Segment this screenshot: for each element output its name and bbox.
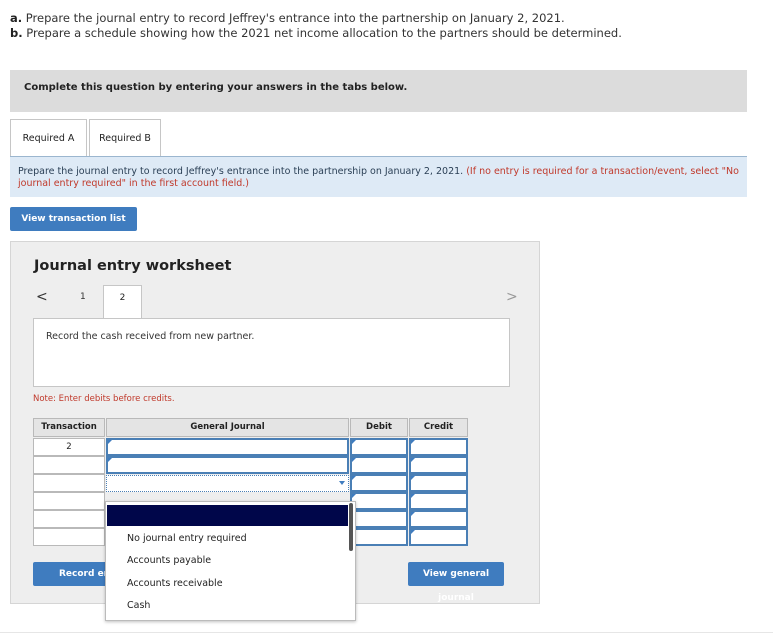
instructions-banner: Complete this question by entering your … <box>10 70 747 112</box>
debit-credit-note: Note: Enter debits before credits. <box>33 394 175 404</box>
transaction-cell <box>33 528 105 546</box>
tab-required-b[interactable]: Required B <box>89 119 161 156</box>
dropdown-option[interactable]: Accounts receivable <box>127 578 223 589</box>
col-header-debit: Debit <box>350 418 408 437</box>
banner-text: Complete this question by entering your … <box>24 82 408 93</box>
credit-field[interactable] <box>409 456 468 474</box>
transaction-cell <box>33 492 105 510</box>
field-flag-icon <box>411 494 415 498</box>
field-flag-icon <box>108 440 112 444</box>
page-tab-1[interactable]: 1 <box>80 292 86 302</box>
question-part-b: b. Prepare a schedule showing how the 20… <box>10 26 622 40</box>
credit-field[interactable] <box>409 510 468 528</box>
field-flag-icon <box>411 458 415 462</box>
credit-field[interactable] <box>409 492 468 510</box>
tab-required-a[interactable]: Required A <box>10 119 87 156</box>
part-b-letter: b. <box>10 26 23 40</box>
view-transaction-list-button[interactable]: View transaction list <box>10 207 137 231</box>
debit-field[interactable] <box>350 510 408 528</box>
col-header-credit: Credit <box>409 418 468 437</box>
entry-description: Record the cash received from new partne… <box>33 318 510 387</box>
credit-field[interactable] <box>409 474 468 492</box>
worksheet-title: Journal entry worksheet <box>34 258 232 274</box>
transaction-cell <box>33 474 105 492</box>
credit-field[interactable] <box>409 438 468 456</box>
account-field[interactable] <box>106 456 349 474</box>
question-part-a: a. Prepare the journal entry to record J… <box>10 11 565 25</box>
field-flag-icon <box>352 494 356 498</box>
dropdown-scrollbar[interactable] <box>349 503 353 551</box>
transaction-cell <box>33 510 105 528</box>
dropdown-option[interactable]: Cash <box>127 600 150 611</box>
field-flag-icon <box>352 458 356 462</box>
instruction-box: Prepare the journal entry to record Jeff… <box>10 157 747 197</box>
field-flag-icon <box>108 458 112 462</box>
record-entry-button[interactable]: Record entry <box>33 562 109 586</box>
credit-field[interactable] <box>409 528 468 546</box>
transaction-cell <box>33 456 105 474</box>
debit-field[interactable] <box>350 438 408 456</box>
part-a-letter: a. <box>10 11 23 25</box>
dropdown-option[interactable]: No journal entry required <box>127 533 247 544</box>
account-field[interactable] <box>106 438 349 456</box>
field-flag-icon <box>411 440 415 444</box>
view-general-journal-button[interactable]: View general journal <box>408 562 504 603</box>
field-flag-icon <box>411 476 415 480</box>
entry-description-text: Record the cash received from new partne… <box>46 331 255 342</box>
chevron-left-icon[interactable]: < <box>36 289 48 305</box>
page-tab-2[interactable]: 2 <box>103 285 142 318</box>
dropdown-highlighted-option[interactable] <box>107 505 348 526</box>
dropdown-option[interactable]: Accounts payable <box>127 555 211 566</box>
dropdown-arrow-icon[interactable] <box>339 481 345 485</box>
instruction-text: Prepare the journal entry to record Jeff… <box>18 166 464 177</box>
col-header-general-journal: General Journal <box>106 418 349 437</box>
field-flag-icon <box>411 512 415 516</box>
col-header-transaction: Transaction <box>33 418 105 437</box>
debit-field[interactable] <box>350 492 408 510</box>
field-flag-icon <box>352 440 356 444</box>
chevron-right-icon[interactable]: > <box>506 289 518 305</box>
account-dropdown-list: No journal entry required Accounts payab… <box>105 501 356 621</box>
field-flag-icon <box>411 530 415 534</box>
debit-field[interactable] <box>350 474 408 492</box>
field-flag-icon <box>352 476 356 480</box>
page-bottom-divider <box>0 632 773 633</box>
account-select[interactable] <box>106 475 349 492</box>
debit-field[interactable] <box>350 456 408 474</box>
part-b-text: Prepare a schedule showing how the 2021 … <box>26 26 622 40</box>
debit-field[interactable] <box>350 528 408 546</box>
transaction-cell: 2 <box>33 438 105 456</box>
part-a-text: Prepare the journal entry to record Jeff… <box>25 11 565 25</box>
